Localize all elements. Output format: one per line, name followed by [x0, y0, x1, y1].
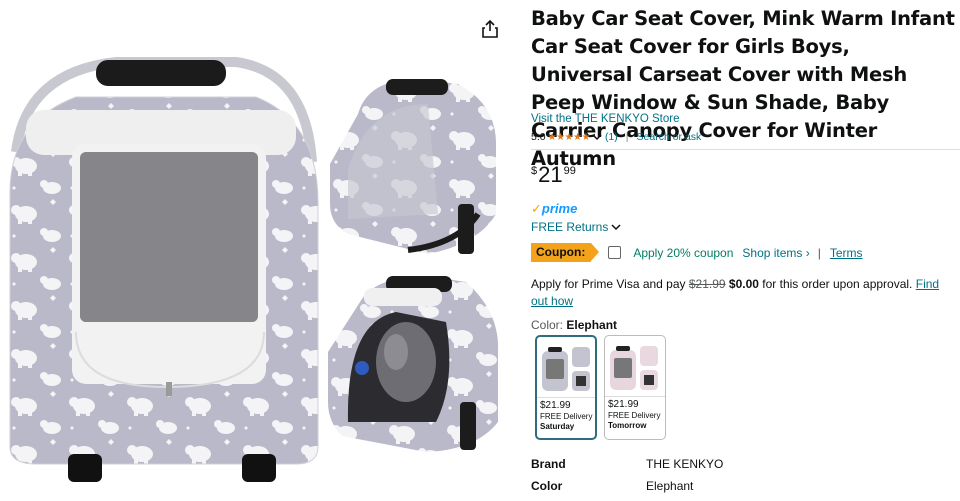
- color-selector-label: Color: Elephant: [531, 318, 617, 332]
- chevron-down-icon[interactable]: [592, 133, 602, 141]
- visa-suffix: for this order upon approval.: [762, 277, 913, 291]
- divider: [531, 149, 960, 150]
- coupon-text: Apply 20% coupon: [633, 245, 734, 260]
- search-or-ask-link[interactable]: Search or ask: [637, 131, 702, 143]
- prime-label: prime: [541, 201, 578, 216]
- share-icon[interactable]: [481, 19, 499, 39]
- free-returns-link[interactable]: FREE Returns: [531, 220, 621, 234]
- rating-row: 5.0 ★★★★★ (1) | Search or ask: [531, 131, 701, 143]
- price-whole: 21: [538, 162, 563, 187]
- prime-check-icon: ✓: [531, 201, 542, 216]
- price-fraction: 99: [563, 165, 576, 177]
- prime-badge: ✓prime: [531, 201, 577, 217]
- swatch-delivery-day: Saturday: [540, 422, 575, 431]
- spec-key: Brand: [531, 457, 566, 471]
- rating-value: 5.0: [531, 131, 546, 143]
- thumbnail-image-open[interactable]: [326, 272, 502, 456]
- shop-items-link[interactable]: Shop items ›: [742, 246, 809, 260]
- main-product-image[interactable]: [6, 52, 324, 484]
- coupon-checkbox[interactable]: [608, 246, 622, 259]
- swatch-image: [610, 346, 658, 390]
- spec-value: Elephant: [646, 479, 694, 493]
- coupon-separator: |: [817, 245, 821, 260]
- color-label: Color:: [531, 318, 564, 332]
- visa-new-price: $0.00: [728, 277, 759, 291]
- product-title: Baby Car Seat Cover, Mink Warm Infant Ca…: [531, 7, 955, 170]
- swatch-delivery: FREE Delivery: [608, 411, 661, 420]
- visa-prefix: Apply for Prime Visa and pay: [531, 277, 686, 291]
- color-value: Elephant: [566, 318, 618, 332]
- price: $ 21 99: [531, 162, 576, 188]
- chevron-down-icon: [611, 224, 621, 231]
- prime-visa-offer: Apply for Prime Visa and pay $21.99 $0.0…: [531, 276, 956, 310]
- swatch-divider: [537, 397, 595, 398]
- price-symbol: $: [531, 165, 538, 177]
- spec-value: THE KENKYO: [646, 457, 724, 471]
- swatch-delivery-day: Tomorrow: [608, 421, 647, 430]
- visa-old-price: $21.99: [688, 277, 726, 291]
- terms-link[interactable]: Terms: [830, 246, 863, 260]
- review-count-link[interactable]: (1): [605, 131, 618, 143]
- image-gallery: [0, 0, 505, 501]
- swatch-image: [542, 347, 590, 391]
- thumbnail-image-closed[interactable]: [328, 74, 500, 260]
- color-swatch-elephant[interactable]: $21.99 FREE Delivery Saturday: [535, 335, 597, 440]
- coupon-badge: Coupon:: [531, 243, 600, 262]
- color-swatch-alternate[interactable]: $21.99 FREE Delivery Tomorrow: [604, 335, 666, 440]
- swatch-price: $21.99: [608, 399, 639, 410]
- star-rating-icon[interactable]: ★★★★★: [548, 132, 591, 143]
- swatch-divider: [605, 396, 665, 397]
- spec-key: Color: [531, 479, 563, 493]
- swatch-price: $21.99: [540, 400, 571, 411]
- swatch-delivery: FREE Delivery: [540, 412, 593, 421]
- store-link[interactable]: Visit the THE KENKYO Store: [531, 113, 680, 125]
- rating-separator: |: [625, 131, 629, 143]
- free-returns-label: FREE Returns: [531, 220, 609, 234]
- coupon-row: Coupon: Apply 20% coupon Shop items › | …: [531, 243, 863, 262]
